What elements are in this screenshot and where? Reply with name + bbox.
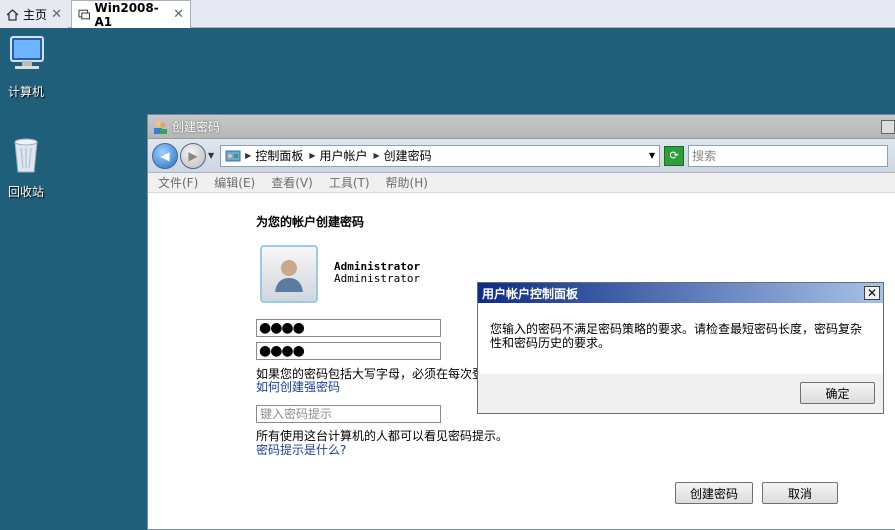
window-title: 创建密码	[172, 120, 221, 134]
menu-help[interactable]: 帮助(H)	[386, 174, 428, 191]
recycle-bin-icon	[14, 138, 38, 173]
menu-tools[interactable]: 工具(T)	[329, 174, 370, 191]
page-heading: 为您的帐户创建密码	[256, 215, 365, 229]
user-role: Administrator	[334, 272, 421, 285]
tab-vm-close-icon[interactable]: ✕	[173, 7, 184, 22]
confirm-password-field[interactable]: ●●●●	[256, 342, 441, 360]
history-dropdown-icon[interactable]: ▼	[208, 151, 214, 160]
tab-home-label: 主页	[23, 7, 48, 22]
user-name-block: Administrator Administrator	[334, 261, 420, 285]
breadcrumb-separator-icon[interactable]: ▶	[374, 151, 380, 160]
computer-icon	[10, 36, 44, 69]
breadcrumb-separator-icon[interactable]: ▶	[309, 151, 315, 160]
recycle-bin-label: 回收站	[7, 185, 44, 199]
window-titlebar[interactable]: 创建密码	[148, 115, 895, 139]
menu-bar: 文件(F) 编辑(E) 查看(V) 工具(T) 帮助(H)	[148, 173, 895, 193]
menu-edit[interactable]: 编辑(E)	[214, 174, 255, 191]
password-policy-dialog: 用户帐户控制面板 ✕ 您输入的密码不满足密码策略的要求。请检查最短密码长度，密码…	[477, 282, 884, 414]
breadcrumb-create-password[interactable]: 创建密码	[384, 147, 432, 164]
menu-view[interactable]: 查看(V)	[271, 174, 313, 191]
refresh-icon: ⟳	[669, 149, 679, 162]
dialog-close-icon[interactable]: ✕	[864, 286, 880, 300]
dialog-message: 您输入的密码不满足密码策略的要求。请检查最短密码长度，密码复杂性和密码历史的要求…	[490, 322, 863, 350]
user-accounts-icon	[154, 120, 167, 134]
address-toolbar: ◀ ▶ ▼ ▶ 控制面板 ▶ 用户帐户 ▶ 创建密码 ▼ ⟳ 搜索	[148, 139, 895, 173]
dialog-footer: 确定	[478, 374, 883, 413]
password-hint-input[interactable]: 键入密码提示	[256, 405, 441, 423]
dialog-body: 您输入的密码不满足密码策略的要求。请检查最短密码长度，密码复杂性和密码历史的要求…	[478, 303, 883, 374]
new-password-field[interactable]: ●●●●	[256, 319, 441, 337]
cancel-button[interactable]: 取消	[762, 482, 838, 504]
breadcrumb-separator-icon: ▶	[245, 151, 252, 160]
desktop-computer[interactable]: 计算机	[0, 34, 52, 100]
window-control-icon[interactable]	[881, 119, 895, 134]
control-panel-icon	[225, 150, 241, 161]
host-tab-strip: 主页 ✕ Win2008-A1 ✕	[0, 0, 895, 29]
tab-home[interactable]: 主页 ✕	[0, 0, 68, 28]
dialog-title: 用户帐户控制面板	[482, 286, 579, 301]
user-avatar-icon	[275, 260, 303, 292]
tab-vm[interactable]: Win2008-A1 ✕	[71, 0, 191, 29]
refresh-button[interactable]: ⟳	[664, 145, 685, 166]
what-is-hint-link[interactable]: 密码提示是什么?	[256, 441, 346, 458]
home-icon	[6, 8, 19, 21]
breadcrumb-control-panel[interactable]: 控制面板	[255, 147, 303, 164]
back-button[interactable]: ◀	[152, 142, 178, 169]
dialog-titlebar[interactable]: 用户帐户控制面板 ✕	[478, 283, 883, 303]
avatar	[260, 245, 318, 303]
create-password-button[interactable]: 创建密码	[675, 482, 753, 504]
back-arrow-icon: ◀	[160, 148, 170, 163]
search-input[interactable]: 搜索	[688, 144, 889, 167]
strong-password-link[interactable]: 如何创建强密码	[256, 378, 340, 395]
desktop-recycle-bin[interactable]: 回收站	[0, 134, 52, 200]
vm-icon	[78, 9, 90, 20]
menu-file[interactable]: 文件(F)	[158, 174, 198, 191]
tab-vm-label: Win2008-A1	[94, 0, 159, 29]
ok-button[interactable]: 确定	[800, 382, 875, 404]
address-dropdown-icon[interactable]: ▼	[649, 151, 655, 160]
address-bar[interactable]: ▶ 控制面板 ▶ 用户帐户 ▶ 创建密码 ▼	[220, 144, 661, 167]
tab-home-close-icon[interactable]: ✕	[51, 7, 62, 22]
breadcrumb-user-accounts[interactable]: 用户帐户	[319, 147, 367, 164]
forward-arrow-icon: ▶	[188, 148, 198, 163]
forward-button[interactable]: ▶	[180, 142, 206, 169]
computer-label: 计算机	[7, 85, 44, 99]
